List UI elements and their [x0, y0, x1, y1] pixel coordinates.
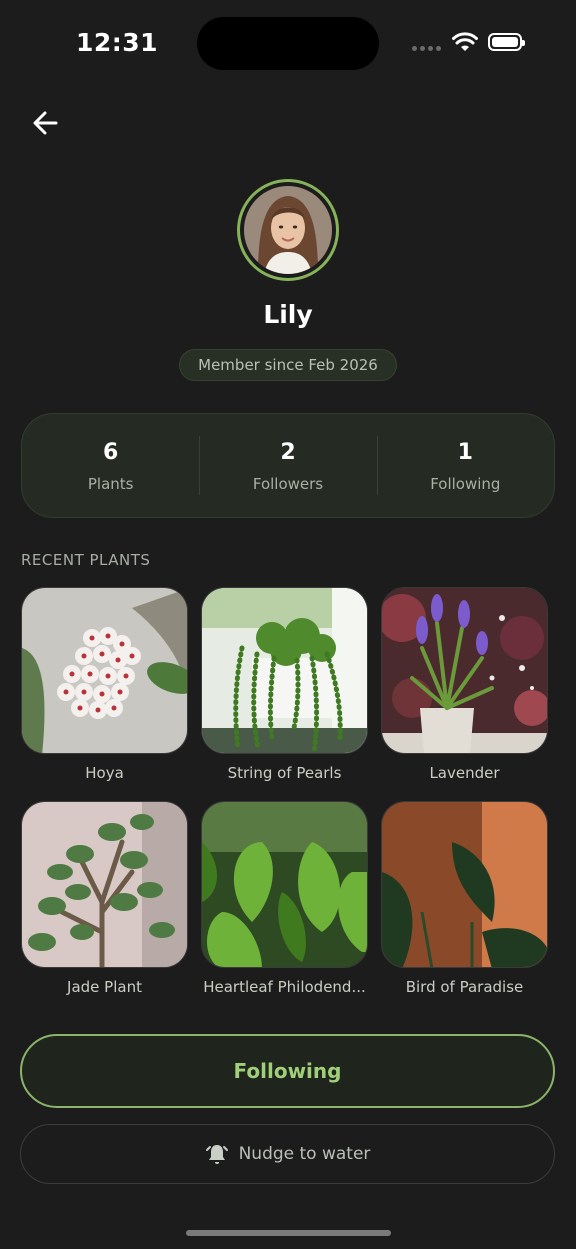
stat-following[interactable]: 1 Following	[376, 414, 554, 517]
avatar	[237, 179, 339, 281]
stat-label: Following	[430, 475, 501, 493]
member-since-badge: Member since Feb 2026	[179, 349, 397, 381]
nudge-label: Nudge to water	[238, 1144, 371, 1164]
stat-value: 2	[280, 440, 296, 465]
stat-plants[interactable]: 6 Plants	[22, 414, 199, 517]
avatar-photo	[244, 186, 332, 274]
stat-followers[interactable]: 2 Followers	[199, 414, 376, 517]
back-arrow-icon	[33, 111, 58, 135]
recent-plants-heading: RECENT PLANTS	[21, 551, 151, 569]
dynamic-island	[197, 17, 379, 70]
status-time: 12:31	[76, 28, 159, 57]
plant-name: Jade Plant	[67, 978, 142, 996]
home-indicator[interactable]	[186, 1230, 391, 1236]
plant-photo	[381, 801, 548, 968]
back-button[interactable]	[28, 106, 64, 140]
plant-card-hoya[interactable]: Hoya	[21, 587, 188, 801]
stat-label: Followers	[252, 475, 324, 493]
battery-icon	[488, 33, 525, 51]
plant-card-lavender[interactable]: Lavender	[381, 587, 548, 801]
following-button[interactable]: Following	[20, 1034, 555, 1108]
plant-photo	[381, 587, 548, 754]
wifi-icon	[452, 32, 478, 51]
plant-card-string-of-pearls[interactable]: String of Pearls	[201, 587, 368, 801]
stat-value: 6	[103, 440, 119, 465]
plant-photo	[201, 801, 368, 968]
recent-plants-grid: Hoya String of Pearls Lavender Jade Plan…	[21, 587, 549, 1015]
plant-card-heartleaf-philodendron[interactable]: Heartleaf Philodend...	[201, 801, 368, 1015]
plant-name: String of Pearls	[227, 764, 342, 782]
nudge-to-water-button[interactable]: Nudge to water	[20, 1124, 555, 1184]
plant-card-jade-plant[interactable]: Jade Plant	[21, 801, 188, 1015]
signal-dots-icon	[412, 46, 441, 51]
stat-label: Plants	[87, 475, 134, 493]
stats-card: 6 Plants 2 Followers 1 Following	[21, 413, 555, 518]
profile-name: Lily	[263, 300, 313, 329]
plant-card-bird-of-paradise[interactable]: Bird of Paradise	[381, 801, 548, 1015]
plant-photo	[21, 801, 188, 968]
plant-name: Hoya	[85, 764, 124, 782]
plant-photo	[201, 587, 368, 754]
plant-name: Bird of Paradise	[405, 978, 524, 996]
bell-icon	[205, 1145, 228, 1164]
plant-photo	[21, 587, 188, 754]
plant-name: Heartleaf Philodend...	[203, 978, 366, 996]
plant-name: Lavender	[429, 764, 500, 782]
stat-value: 1	[457, 440, 473, 465]
